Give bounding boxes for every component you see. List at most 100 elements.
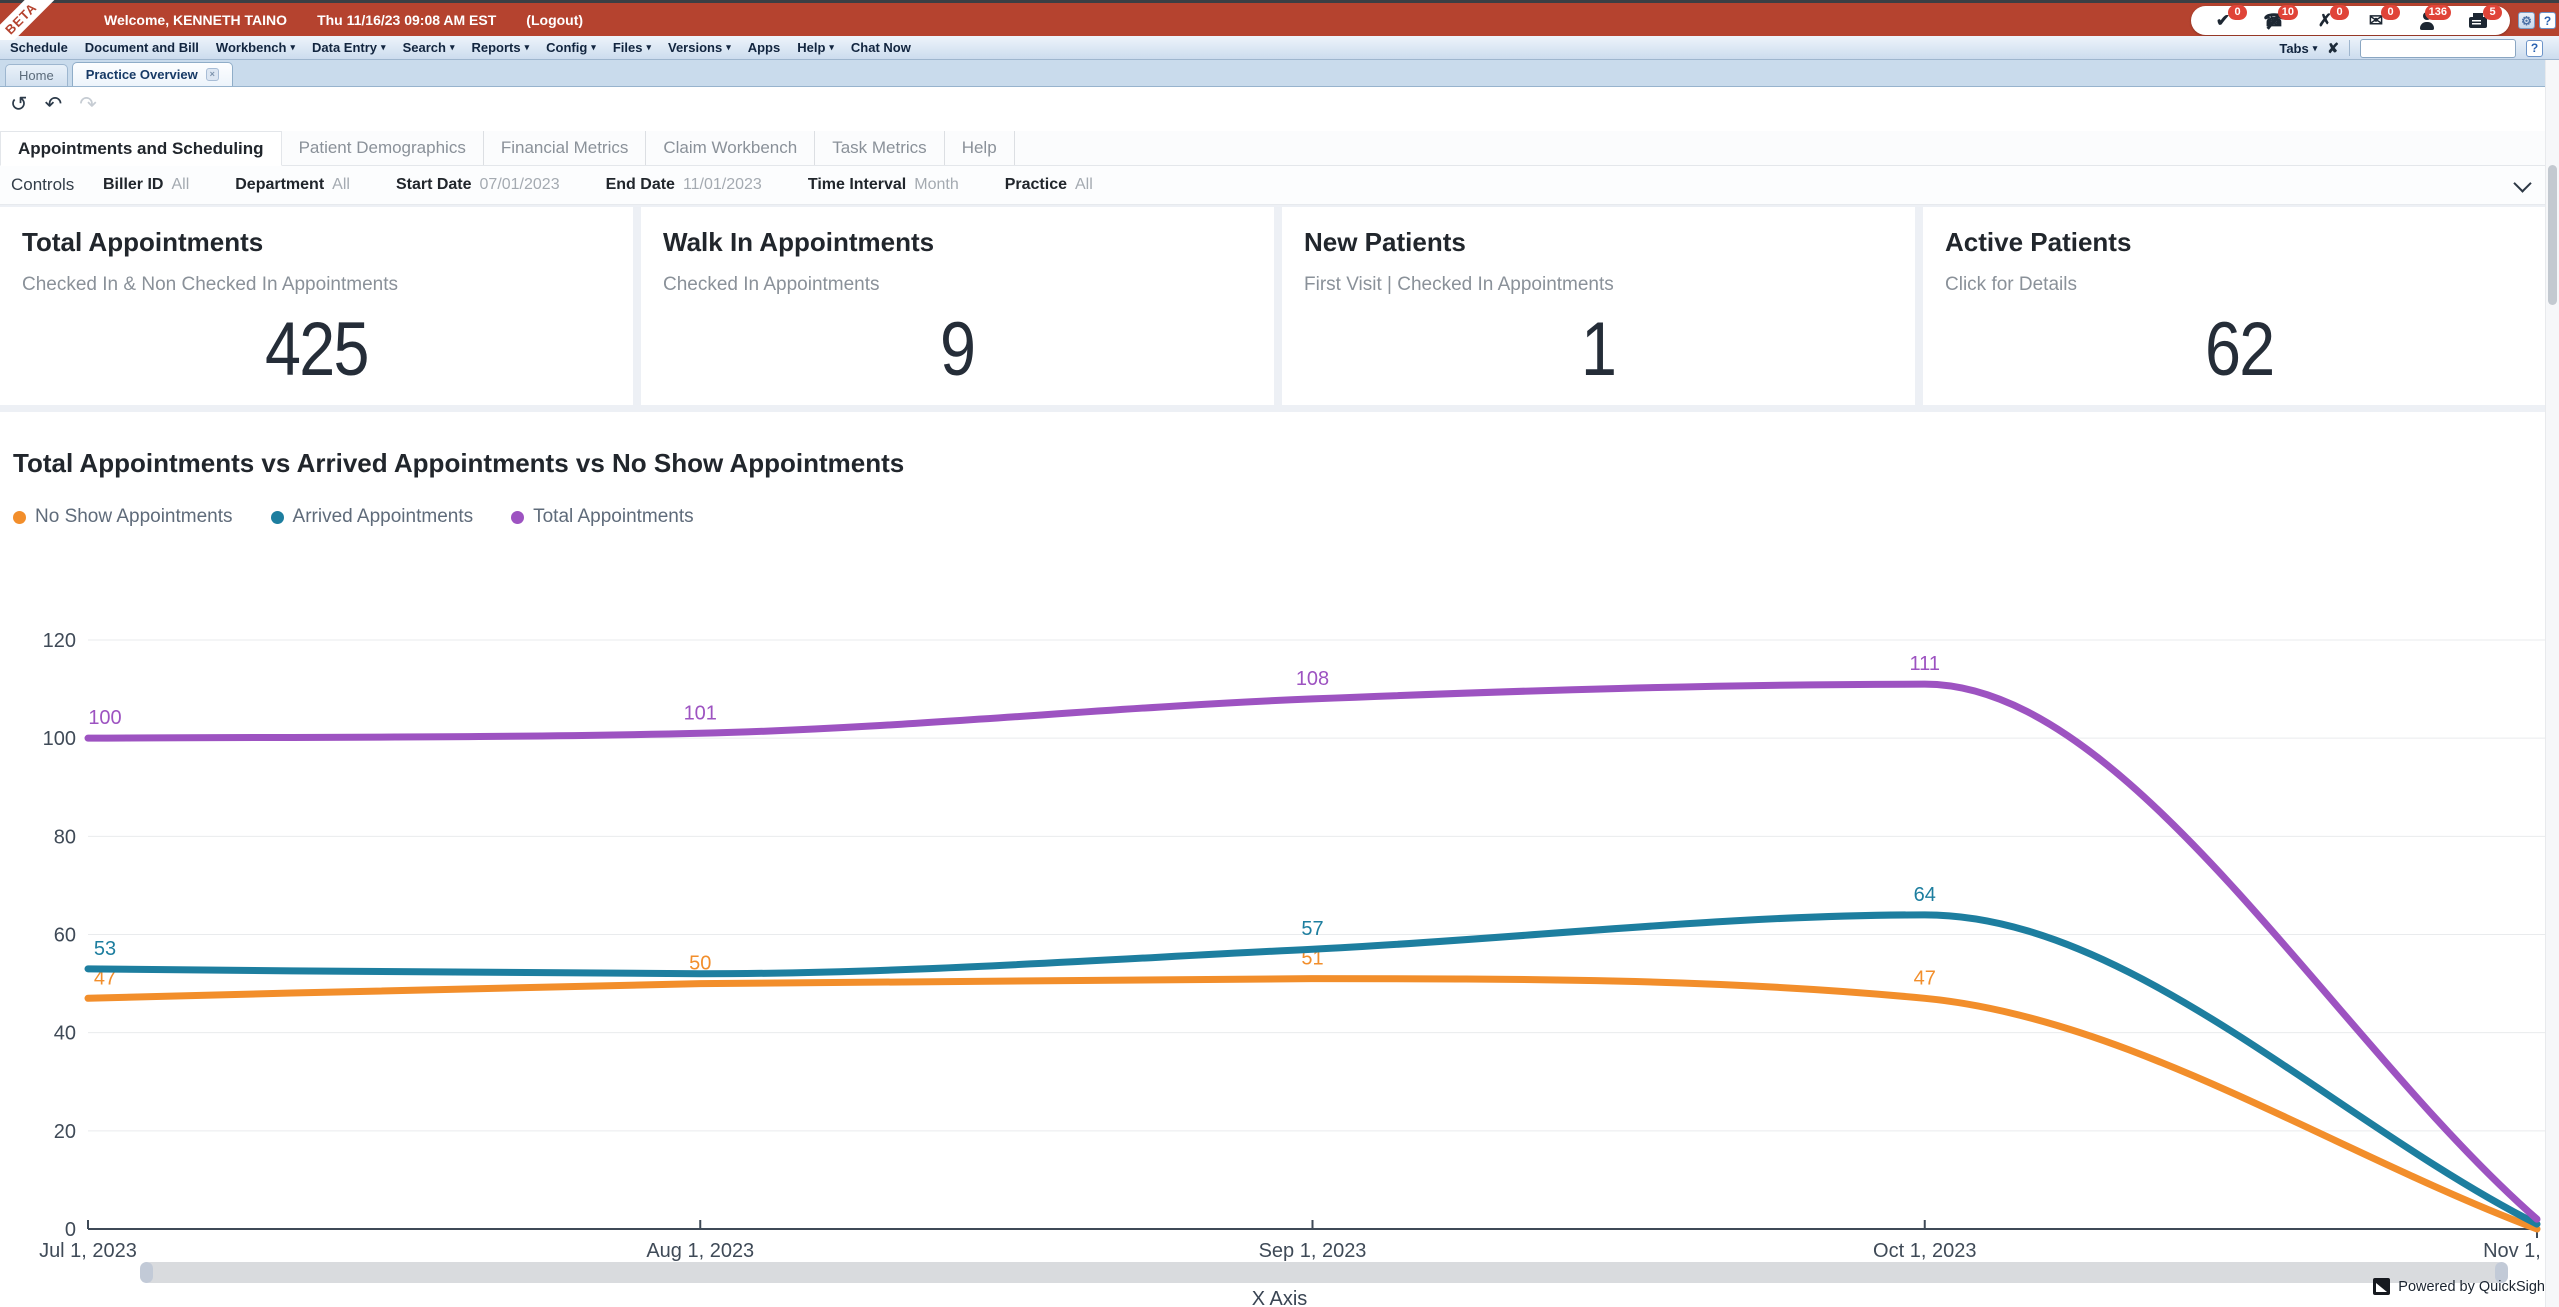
chart-legend: No Show Appointments Arrived Appointments… [13, 506, 694, 528]
notification-pill: ✔0 ☎10 ✗0 ✉0 136 5 [2191, 6, 2510, 35]
legend-label: Arrived Appointments [293, 506, 474, 528]
filter-time-interval[interactable]: Time IntervalMonth [808, 176, 959, 194]
menu-item-label: Config [546, 40, 587, 55]
caret-down-icon: ▾ [525, 42, 530, 53]
quick-search-input[interactable] [2360, 39, 2516, 58]
menu-item-reports[interactable]: Reports▾ [471, 40, 529, 55]
dashboard-subtabs: Appointments and SchedulingPatient Demog… [0, 131, 2559, 166]
menu-item-versions[interactable]: Versions▾ [668, 40, 731, 55]
y-tick-label: 80 [54, 826, 76, 848]
menu-item-label: Schedule [10, 40, 68, 55]
menu-item-label: Apps [748, 40, 781, 55]
menu-item-label: Workbench [216, 40, 287, 55]
filter-value: All [332, 176, 350, 194]
legend-item-no-show-appointments[interactable]: No Show Appointments [13, 506, 233, 528]
beta-ribbon: BETA [0, 0, 74, 40]
menu-bar-right: Tabs ▾ ✘ ? [2279, 36, 2543, 60]
kpi-value: 425 [265, 306, 368, 393]
help-button[interactable]: ? [2539, 12, 2556, 29]
close-icon[interactable]: × [206, 68, 219, 81]
menu-item-apps[interactable]: Apps [748, 40, 781, 55]
vertical-scrollbar-thumb[interactable] [2548, 165, 2557, 305]
notification-phone-x[interactable]: ✗0 [2315, 11, 2335, 31]
filter-start-date[interactable]: Start Date07/01/2023 [396, 176, 560, 194]
badge-count: 136 [2425, 5, 2451, 20]
caret-down-icon: ▾ [829, 42, 834, 53]
notification-envelope[interactable]: ✉0 [2366, 11, 2386, 31]
menu-item-chat-now[interactable]: Chat Now [851, 40, 911, 55]
filter-label: Time Interval [808, 176, 906, 194]
tabs-menu[interactable]: Tabs ▾ [2279, 41, 2317, 56]
y-tick-label: 120 [43, 630, 76, 652]
notification-check-circle[interactable]: ✔0 [2213, 11, 2233, 31]
legend-dot [13, 511, 26, 524]
filter-biller-id[interactable]: Biller IDAll [103, 176, 189, 194]
subtab-help[interactable]: Help [945, 131, 1015, 165]
filter-department[interactable]: DepartmentAll [235, 176, 350, 194]
quicksight-badge: Powered by QuickSight [2373, 1278, 2549, 1295]
expand-tabs-icon[interactable]: ✘ [2327, 40, 2339, 57]
chart-horizontal-scrollbar[interactable] [140, 1262, 2508, 1283]
tab-label: Home [19, 68, 54, 83]
legend-label: No Show Appointments [35, 506, 233, 528]
subtab-claim-workbench[interactable]: Claim Workbench [646, 131, 815, 165]
subtab-appointments-and-scheduling[interactable]: Appointments and Scheduling [0, 131, 282, 166]
subtab-financial-metrics[interactable]: Financial Metrics [484, 131, 647, 165]
subtab-patient-demographics[interactable]: Patient Demographics [282, 131, 484, 165]
scrollbar-left-handle[interactable] [140, 1262, 153, 1283]
kpi-title: New Patients [1304, 227, 1893, 258]
settings-button[interactable]: ⚙ [2518, 12, 2535, 29]
filter-label: Practice [1005, 176, 1067, 194]
kpi-card-active-patients[interactable]: Active PatientsClick for Details62 [1923, 207, 2556, 405]
menu-item-config[interactable]: Config▾ [546, 40, 596, 55]
filter-practice[interactable]: PracticeAll [1005, 176, 1093, 194]
caret-down-icon: ▾ [646, 42, 651, 53]
kpi-card-walk-in-appointments[interactable]: Walk In AppointmentsChecked In Appointme… [641, 207, 1274, 405]
kpi-subtitle: Checked In Appointments [663, 274, 1252, 296]
menu-item-help[interactable]: Help▾ [797, 40, 834, 55]
kpi-card-total-appointments[interactable]: Total AppointmentsChecked In & Non Check… [0, 207, 633, 405]
refresh-icon[interactable]: ↺ [10, 94, 28, 131]
question-icon: ? [2531, 41, 2538, 55]
menu-item-schedule[interactable]: Schedule [10, 40, 68, 55]
tab-practice-overview[interactable]: Practice Overview× [72, 62, 233, 86]
page-vertical-scrollbar[interactable] [2545, 60, 2559, 1307]
menu-item-document-and-bill[interactable]: Document and Bill [85, 40, 199, 55]
legend-item-total-appointments[interactable]: Total Appointments [511, 506, 694, 528]
filter-end-date[interactable]: End Date11/01/2023 [606, 176, 762, 194]
quicksight-text: Powered by QuickSight [2398, 1279, 2549, 1295]
notification-phone-slash[interactable]: ☎10 [2264, 11, 2284, 31]
legend-item-arrived-appointments[interactable]: Arrived Appointments [271, 506, 474, 528]
beta-corner: BETA [0, 0, 86, 40]
notification-fax[interactable]: 5 [2468, 11, 2488, 31]
search-help-button[interactable]: ? [2526, 40, 2543, 57]
badge-count: 5 [2483, 5, 2502, 20]
menu-item-label: Chat Now [851, 40, 911, 55]
data-label: 57 [1301, 918, 1323, 940]
kpi-value: 62 [2205, 306, 2273, 393]
menu-item-data-entry[interactable]: Data Entry▾ [312, 40, 386, 55]
menu-item-workbench[interactable]: Workbench▾ [216, 40, 295, 55]
redo-icon[interactable]: ↷ [79, 94, 97, 131]
question-icon: ? [2544, 14, 2551, 28]
gear-icon: ⚙ [2521, 14, 2532, 28]
series-line-no-show-appointments[interactable] [88, 979, 2537, 1229]
tab-home[interactable]: Home [5, 64, 68, 86]
logout-link[interactable]: (Logout) [526, 12, 583, 28]
y-tick-label: 0 [65, 1219, 76, 1241]
kpi-card-new-patients[interactable]: New PatientsFirst Visit | Checked In App… [1282, 207, 1915, 405]
menu-item-files[interactable]: Files▾ [613, 40, 651, 55]
filter-value: 11/01/2023 [683, 176, 762, 194]
appointments-line-chart[interactable]: 020406080100120Jul 1, 2023Aug 1, 2023Sep… [0, 600, 2559, 1307]
undo-icon[interactable]: ↶ [45, 94, 63, 131]
subtab-task-metrics[interactable]: Task Metrics [815, 131, 944, 165]
kpi-value: 9 [940, 306, 974, 393]
window-tab-row: Home Practice Overview× [0, 60, 2559, 87]
notification-person[interactable]: 136 [2417, 11, 2437, 31]
data-label: 100 [88, 707, 121, 729]
menu-item-label: Files [613, 40, 643, 55]
chevron-down-icon[interactable] [2513, 174, 2531, 192]
menu-item-search[interactable]: Search▾ [403, 40, 455, 55]
kpi-title: Total Appointments [22, 227, 611, 258]
menu-item-label: Document and Bill [85, 40, 199, 55]
